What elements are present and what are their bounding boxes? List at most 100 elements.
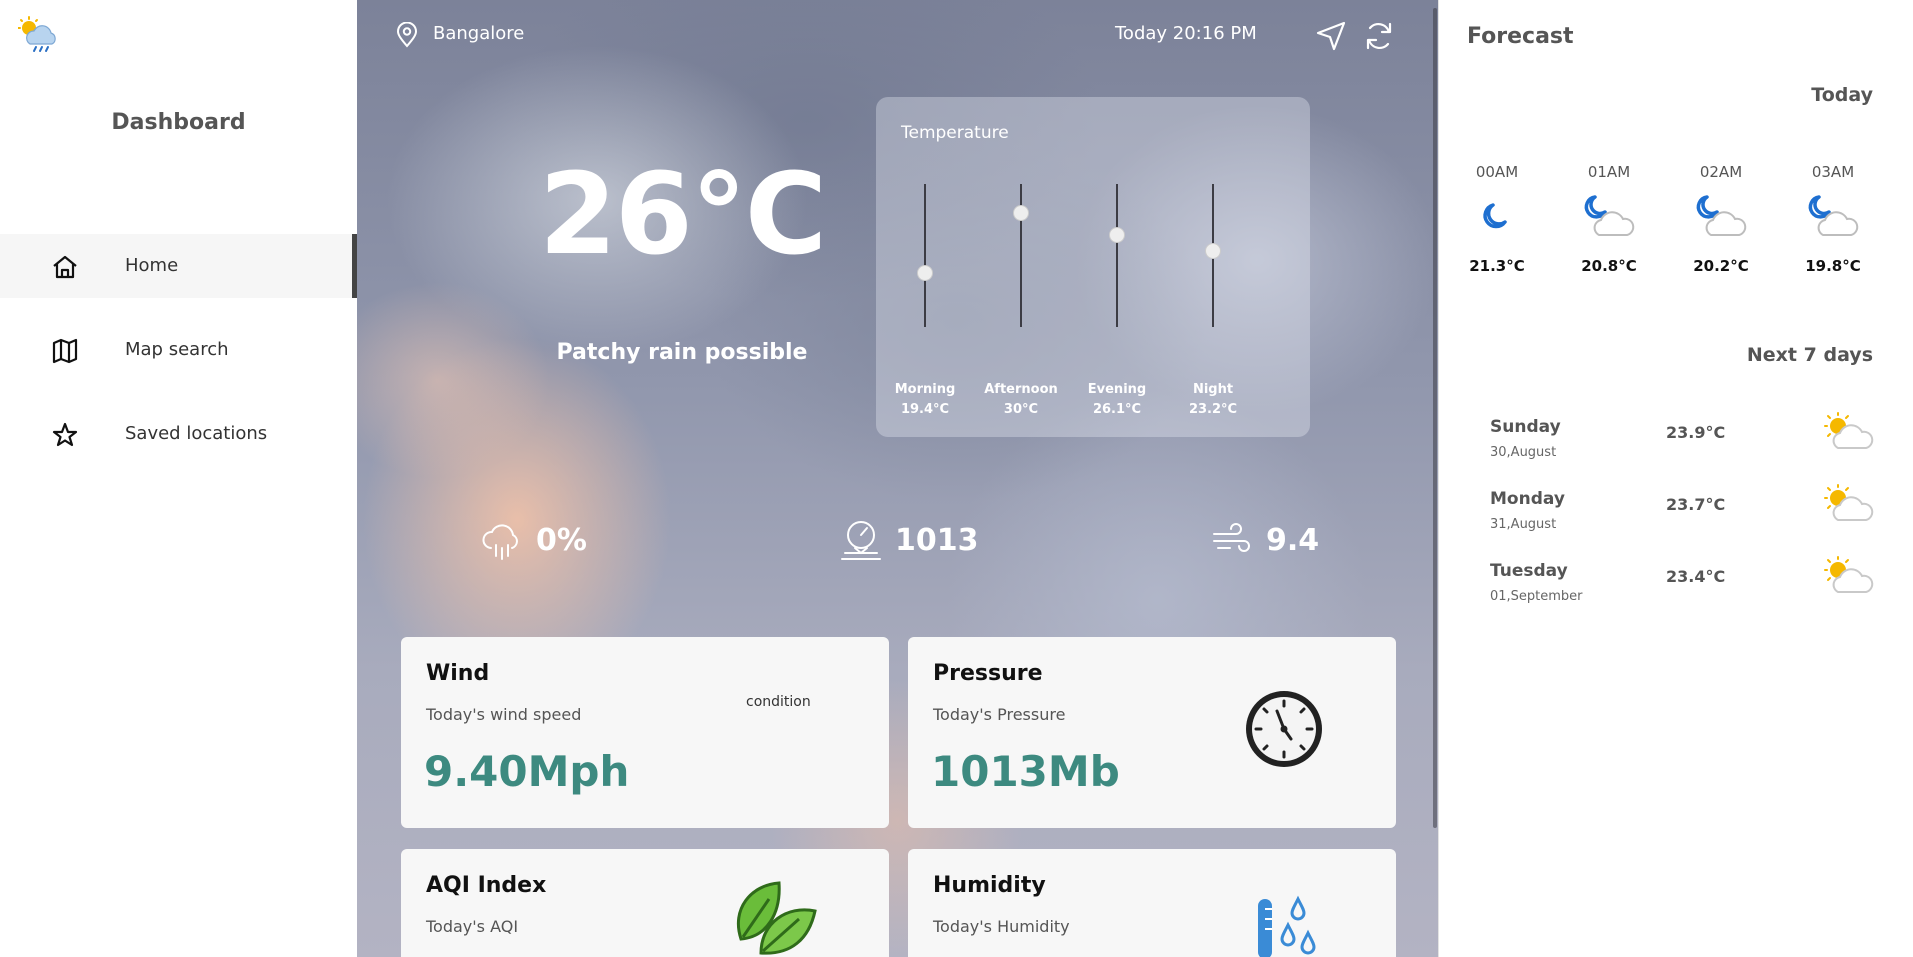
sun-cloud-icon <box>1824 484 1874 521</box>
card-title: AQI Index <box>426 873 547 898</box>
slot-label-night: Night 23.2°C <box>1165 380 1261 420</box>
slot-label-morning: Morning 19.4°C <box>877 380 973 420</box>
slider-knob[interactable] <box>917 265 933 282</box>
thermometer-drops-icon <box>1258 895 1316 957</box>
slider-knob[interactable] <box>1205 243 1221 260</box>
temperature-panel: Temperature Morning 19.4°C Afternoon 30°… <box>876 97 1310 437</box>
navigation-arrow-icon[interactable] <box>1315 20 1347 52</box>
humidity-card[interactable]: Humidity Today's Humidity <box>908 849 1396 957</box>
refresh-icon[interactable] <box>1363 20 1395 52</box>
card-subtitle: Today's wind speed <box>426 705 582 724</box>
sun-cloud-icon <box>1824 556 1874 593</box>
wind-card[interactable]: Wind Today's wind speed condition 9.40Mp… <box>401 637 889 828</box>
day-temp: 23.9°C <box>1666 423 1726 442</box>
slider-track <box>1116 184 1118 327</box>
slot-label-evening: Evening 26.1°C <box>1069 380 1165 420</box>
card-title: Humidity <box>933 873 1046 898</box>
moon-cloud-icon <box>1696 195 1747 236</box>
hour-temp: 20.2°C <box>1693 257 1749 275</box>
main-scrollbar[interactable] <box>1433 8 1437 828</box>
hourly-item: 03AM 19.8°C <box>1793 163 1873 275</box>
app-logo-icon <box>18 16 56 52</box>
moon-icon <box>1483 203 1507 229</box>
location-pin-icon <box>396 22 418 48</box>
moon-cloud-icon <box>1584 195 1635 236</box>
sidebar-item-label: Saved locations <box>125 423 268 444</box>
hour-temp: 20.8°C <box>1581 257 1637 275</box>
precipitation-value: 0% <box>536 522 587 558</box>
temperature-slider-afternoon[interactable] <box>981 184 1061 344</box>
temperature-panel-title: Temperature <box>901 123 1009 143</box>
forecast-divider <box>1438 0 1439 957</box>
sidebar: Dashboard Home Map search Saved location… <box>0 0 357 957</box>
home-icon <box>53 255 77 279</box>
aqi-card[interactable]: AQI Index Today's AQI <box>401 849 889 957</box>
hour-time: 01AM <box>1587 163 1631 181</box>
day-name: Monday <box>1490 489 1565 509</box>
slot-value: 30°C <box>1003 402 1039 417</box>
card-subtitle: Today's Humidity <box>933 917 1070 936</box>
slider-knob[interactable] <box>1013 204 1029 221</box>
sidebar-item-map-search[interactable]: Map search <box>0 318 357 382</box>
next-days-label: Next 7 days <box>1746 344 1873 366</box>
precipitation-stat: 0% <box>480 515 587 565</box>
hour-time: 03AM <box>1811 163 1855 181</box>
hourly-item: 02AM 20.2°C <box>1681 163 1761 275</box>
hour-time: 02AM <box>1699 163 1743 181</box>
pressure-stat: 1013 <box>839 515 979 565</box>
forecast-title: Forecast <box>1467 24 1574 49</box>
wind-speed-value: 9.40Mph <box>424 747 630 796</box>
temperature-slider-evening[interactable] <box>1077 184 1157 344</box>
sidebar-item-label: Map search <box>125 339 229 360</box>
slot-value: 19.4°C <box>900 402 950 417</box>
slot-value: 26.1°C <box>1092 402 1142 417</box>
day-temp: 23.7°C <box>1666 495 1726 514</box>
current-temperature: 26°C <box>538 150 827 280</box>
hourly-item: 01AM 20.8°C <box>1569 163 1649 275</box>
card-subtitle: Today's Pressure <box>933 705 1066 724</box>
slot-name: Morning <box>894 382 956 397</box>
temperature-slider-morning[interactable] <box>885 184 965 344</box>
dashboard-title: Dashboard <box>111 110 246 135</box>
sidebar-item-home[interactable]: Home <box>0 234 357 298</box>
slot-name: Night <box>1192 382 1234 397</box>
wind-icon <box>1213 523 1250 552</box>
barometer-icon <box>841 521 881 560</box>
day-name: Tuesday <box>1490 561 1568 581</box>
star-icon <box>52 422 78 447</box>
slot-name: Evening <box>1087 382 1147 397</box>
slider-track <box>924 184 926 327</box>
sidebar-item-saved-locations[interactable]: Saved locations <box>0 402 357 466</box>
hourly-item: 00AM 21.3°C <box>1457 163 1537 275</box>
wind-stat-value: 9.4 <box>1266 522 1320 558</box>
day-date: 30,August <box>1490 445 1557 460</box>
slot-label-afternoon: Afternoon 30°C <box>973 380 1069 420</box>
weather-condition: Patchy rain possible <box>556 340 808 365</box>
day-name: Sunday <box>1490 417 1561 437</box>
pressure-value: 1013Mb <box>931 747 1120 796</box>
card-title: Wind <box>426 661 490 686</box>
card-subtitle: Today's AQI <box>426 917 519 936</box>
wind-stat: 9.4 <box>1210 515 1319 565</box>
day-temp: 23.4°C <box>1666 567 1726 586</box>
hour-temp: 19.8°C <box>1805 257 1861 275</box>
today-label: Today <box>1811 84 1873 106</box>
slot-name: Afternoon <box>984 382 1058 397</box>
map-icon <box>52 338 78 364</box>
sun-cloud-icon <box>1824 412 1874 449</box>
location-name[interactable]: Bangalore <box>433 23 524 44</box>
leaf-icon <box>736 881 817 955</box>
slider-knob[interactable] <box>1109 226 1125 243</box>
rain-cloud-icon <box>482 524 518 560</box>
gauge-icon <box>1246 691 1322 767</box>
sidebar-item-label: Home <box>125 255 179 276</box>
moon-cloud-icon <box>1808 195 1859 236</box>
card-title: Pressure <box>933 661 1043 686</box>
wind-condition-label: condition <box>746 694 811 710</box>
pressure-card[interactable]: Pressure Today's Pressure 1013Mb <box>908 637 1396 828</box>
slot-value: 23.2°C <box>1188 402 1238 417</box>
day-date: 31,August <box>1490 517 1557 532</box>
current-datetime: Today 20:16 PM <box>1115 23 1257 44</box>
temperature-slider-night[interactable] <box>1173 184 1253 344</box>
forecast-panel: Forecast Today 00AM 21.3°C 01AM 20.8°C 0… <box>1438 0 1913 957</box>
